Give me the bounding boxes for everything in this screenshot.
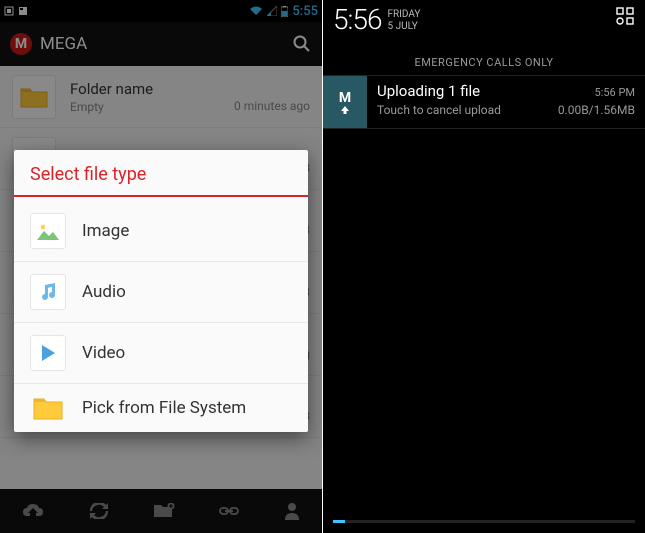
link-icon	[219, 505, 239, 517]
new-folder-button[interactable]	[153, 503, 175, 519]
shade-handle[interactable]	[333, 520, 635, 523]
notification-size: 0.00B/1.56MB	[558, 103, 635, 117]
dialog-item-filesystem[interactable]: Pick from File System	[14, 383, 308, 432]
dialog-item-video[interactable]: Video	[14, 322, 308, 383]
notification-time: 5:56 PM	[595, 86, 635, 99]
left-screenshot: 5:55 M MEGA Folder name Empty 0 minutes …	[0, 0, 322, 533]
file-row[interactable]: Folder name Empty 0 minutes ago	[0, 66, 322, 128]
refresh-icon	[89, 503, 109, 519]
dialog-item-audio[interactable]: Audio	[14, 261, 308, 322]
notification-title: Uploading 1 file	[377, 82, 480, 100]
file-type-dialog: Select file type Image Audio Video Pick …	[14, 150, 308, 432]
shade-handle-highlight	[333, 520, 345, 523]
app-title: MEGA	[40, 34, 87, 54]
notification-sub: Touch to cancel upload	[377, 103, 501, 117]
dialog-title: Select file type	[14, 164, 308, 195]
quick-settings-button[interactable]	[615, 6, 635, 26]
dialog-item-label: Image	[82, 221, 129, 241]
person-icon	[284, 502, 300, 520]
right-screenshot: 5:56 FRIDAY 5 JULY EMERGENCY CALLS ONLY …	[323, 0, 645, 533]
upload-notification[interactable]: M Uploading 1 file 5:56 PM Touch to canc…	[323, 75, 645, 129]
dialog-item-image[interactable]: Image	[14, 201, 308, 261]
quick-settings-icon	[615, 6, 635, 26]
folder-plus-icon	[153, 503, 175, 519]
folder-icon	[12, 75, 56, 119]
profile-button[interactable]	[284, 502, 300, 520]
save-notification-icon	[18, 6, 28, 16]
shade-date: 5 JULY	[387, 21, 420, 33]
mega-upload-icon: M	[323, 76, 367, 128]
status-bar: 5:55	[0, 0, 322, 22]
link-button[interactable]	[219, 505, 239, 517]
folder-icon	[30, 396, 66, 420]
shade-day: FRIDAY	[387, 9, 420, 21]
battery-icon	[281, 6, 288, 17]
mega-logo-icon: M	[10, 33, 32, 55]
file-sub: Empty	[70, 100, 234, 114]
dialog-item-label: Pick from File System	[82, 398, 246, 418]
dialog-item-label: Audio	[82, 282, 126, 302]
notification-shade-header: 5:56 FRIDAY 5 JULY	[323, 0, 645, 52]
bottom-toolbar	[0, 489, 322, 533]
search-icon	[292, 34, 312, 54]
search-button[interactable]	[292, 34, 312, 54]
refresh-button[interactable]	[89, 503, 109, 519]
status-clock: 5:55	[292, 4, 318, 19]
upload-arrow-icon	[340, 106, 350, 114]
dialog-divider	[14, 195, 308, 197]
shade-clock: 5:56	[333, 6, 381, 34]
cloud-upload-icon	[22, 502, 44, 520]
audio-icon	[30, 274, 66, 310]
emergency-text: EMERGENCY CALLS ONLY	[323, 52, 645, 75]
video-icon	[30, 335, 66, 371]
file-name: Folder name	[70, 80, 234, 98]
file-date: 0 minutes ago	[234, 99, 310, 113]
signal-icon	[267, 6, 277, 16]
wifi-icon	[249, 6, 263, 16]
dialog-item-label: Video	[82, 343, 125, 363]
image-icon	[30, 213, 66, 249]
upload-button[interactable]	[22, 502, 44, 520]
notification-icon	[4, 6, 14, 16]
action-bar: M MEGA	[0, 22, 322, 66]
